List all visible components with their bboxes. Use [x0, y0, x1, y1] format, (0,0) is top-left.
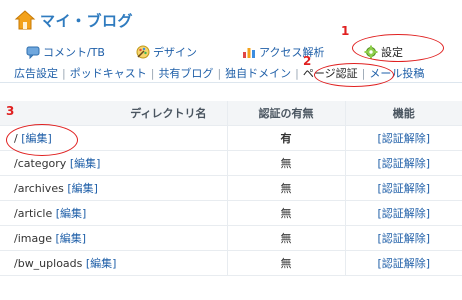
- table-row: /category [編集] 無 [認証解除]: [0, 150, 462, 176]
- table-row: / [編集] 有 [認証解除]: [0, 125, 462, 151]
- action-cell: [認証解除]: [345, 225, 462, 251]
- action-cell: [認証解除]: [345, 250, 462, 276]
- comment-icon: [26, 46, 40, 59]
- tab-settings[interactable]: 設定: [364, 43, 403, 61]
- table-row: /image [編集] 無 [認証解除]: [0, 225, 462, 251]
- sub-navigation: 広告設定 | ポッドキャスト | 共有ブログ | 独自ドメイン | ページ認証 …: [0, 64, 462, 83]
- directory-name: /bw_uploads: [14, 257, 83, 270]
- edit-link[interactable]: [編集]: [55, 232, 86, 245]
- directory-cell: /article [編集]: [0, 200, 228, 226]
- directory-cell: /archives [編集]: [0, 175, 228, 201]
- table-row: /bw_uploads [編集] 無 [認証解除]: [0, 250, 462, 276]
- remove-auth-link[interactable]: [認証解除]: [377, 207, 430, 220]
- directory-cell: /category [編集]: [0, 150, 228, 176]
- tab-comment-tb[interactable]: コメント/TB: [26, 43, 105, 61]
- edit-link[interactable]: [編集]: [67, 182, 98, 195]
- directory-cell: / [編集]: [0, 125, 228, 151]
- table-row: /article [編集] 無 [認証解除]: [0, 200, 462, 226]
- header-auth-status: 認証の有無: [227, 101, 346, 126]
- header-function: 機能: [345, 101, 462, 126]
- annotation-number-2: 2: [303, 54, 312, 68]
- directory-name: /: [14, 132, 18, 145]
- directory-name: /category: [14, 157, 67, 170]
- subnav-ad-settings[interactable]: 広告設定: [0, 65, 62, 81]
- directory-name: /archives: [14, 182, 64, 195]
- directory-name: /image: [14, 232, 52, 245]
- auth-status-cell: 無: [227, 250, 346, 276]
- edit-link[interactable]: [編集]: [56, 207, 87, 220]
- directory-name: /article: [14, 207, 53, 220]
- auth-status-cell: 無: [227, 175, 346, 201]
- remove-auth-link[interactable]: [認証解除]: [377, 232, 430, 245]
- remove-auth-link[interactable]: [認証解除]: [377, 157, 430, 170]
- action-cell: [認証解除]: [345, 150, 462, 176]
- directory-cell: /image [編集]: [0, 225, 228, 251]
- app-title: マイ・ブログ: [40, 11, 134, 30]
- edit-link[interactable]: [編集]: [86, 257, 117, 270]
- annotation-number-3: 3: [6, 104, 15, 118]
- action-cell: [認証解除]: [345, 200, 462, 226]
- tab-label: 設定: [381, 46, 403, 59]
- action-cell: [認証解除]: [345, 125, 462, 151]
- edit-link[interactable]: [編集]: [70, 157, 101, 170]
- auth-status-cell: 無: [227, 200, 346, 226]
- header-directory: ディレクトリ名: [0, 101, 228, 126]
- edit-link[interactable]: [編集]: [21, 132, 52, 145]
- subnav-mail-post[interactable]: メール投稿: [365, 65, 428, 81]
- tab-label: アクセス解析: [259, 46, 325, 59]
- tab-label: コメント/TB: [43, 46, 105, 59]
- annotation-number-1: 1: [341, 24, 350, 38]
- settings-icon: [364, 45, 378, 59]
- directory-auth-table: ディレクトリ名 認証の有無 機能 / [編集] 有 [認証解除] /catego…: [0, 101, 462, 276]
- subnav-shared-blog[interactable]: 共有ブログ: [154, 65, 217, 81]
- tab-access-analysis[interactable]: アクセス解析: [242, 43, 324, 61]
- home-icon: [14, 10, 36, 30]
- action-cell: [認証解除]: [345, 175, 462, 201]
- auth-status-cell: 無: [227, 225, 346, 251]
- app-header: マイ・ブログ: [14, 6, 133, 34]
- tab-label: デザイン: [153, 46, 197, 59]
- table-row: /archives [編集] 無 [認証解除]: [0, 175, 462, 201]
- bar-chart-icon: [243, 48, 255, 58]
- table-header-row: ディレクトリ名 認証の有無 機能: [0, 101, 462, 126]
- remove-auth-link[interactable]: [認証解除]: [377, 182, 430, 195]
- tab-design[interactable]: デザイン: [136, 43, 197, 61]
- remove-auth-link[interactable]: [認証解除]: [377, 257, 430, 270]
- subnav-podcast[interactable]: ポッドキャスト: [66, 65, 151, 81]
- directory-cell: /bw_uploads [編集]: [0, 250, 228, 276]
- subnav-custom-domain[interactable]: 独自ドメイン: [221, 65, 295, 81]
- palette-icon: [136, 45, 150, 59]
- top-tabs: コメント/TB デザイン アクセス解析 設定: [26, 43, 456, 61]
- auth-status-cell: 無: [227, 150, 346, 176]
- remove-auth-link[interactable]: [認証解除]: [377, 132, 430, 145]
- auth-status-cell: 有: [227, 125, 346, 151]
